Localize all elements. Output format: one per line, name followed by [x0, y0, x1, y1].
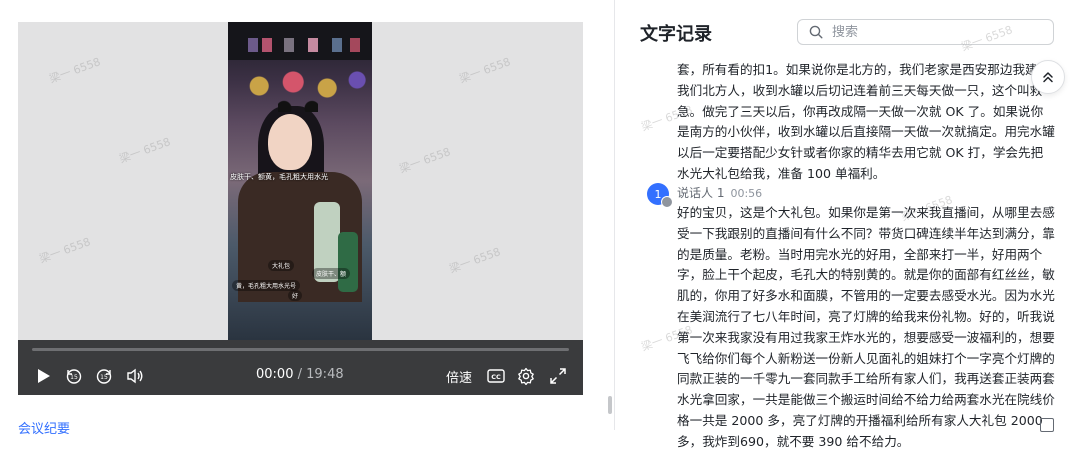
search-icon	[809, 25, 823, 39]
scroll-to-top-button[interactable]	[1031, 60, 1065, 94]
player-controls: 15 15 00:00 / 19:48 倍速 CC	[18, 340, 583, 395]
settings-gear-icon[interactable]	[516, 366, 536, 386]
watermark: 梁一 6558	[117, 135, 173, 166]
volume-icon[interactable]	[125, 366, 145, 386]
panel-title: 文字记录	[640, 24, 712, 45]
captions-icon[interactable]: CC	[486, 366, 506, 386]
pixelated-block	[284, 38, 294, 52]
play-icon[interactable]	[34, 366, 54, 386]
svg-text:15: 15	[100, 374, 108, 381]
time-separator: /	[297, 367, 302, 382]
video-caption: 皮肤干、额黄，毛孔粗大用水光	[230, 173, 328, 181]
time-display: 00:00 / 19:48	[256, 367, 344, 382]
fullscreen-icon[interactable]	[548, 366, 568, 386]
pixelated-block	[350, 38, 360, 52]
video-player[interactable]: 皮肤干、额黄，毛孔粗大用水光 大礼包 皮肤干、额 黄，毛孔粗大用水光号 好 梁一…	[18, 22, 583, 395]
speaker-header: 说话人 1 00:56	[677, 184, 762, 201]
left-scrollbar[interactable]	[608, 396, 612, 414]
progress-bar[interactable]	[32, 348, 569, 351]
speaker-name[interactable]: 说话人 1	[677, 186, 724, 200]
transcript-paragraph[interactable]: 套，所有看的扣1。如果说你是北方的，我们老家是西安那边我建议我们北方人，收到水罐…	[677, 60, 1055, 185]
video-caption: 皮肤干、额	[312, 268, 351, 279]
forward-15-icon[interactable]: 15	[94, 366, 114, 386]
video-caption: 大礼包	[268, 260, 295, 271]
svg-text:CC: CC	[491, 373, 501, 381]
watermark: 梁一 6558	[447, 245, 503, 276]
video-top-bar	[228, 22, 372, 60]
video-caption: 好	[288, 290, 303, 301]
search-box[interactable]	[797, 19, 1054, 45]
left-pane: 皮肤干、额黄，毛孔粗大用水光 大礼包 皮肤干、额 黄，毛孔粗大用水光号 好 梁一…	[0, 0, 614, 437]
watermark: 梁一 6558	[47, 55, 103, 86]
video-caption: 黄，毛孔粗大用水光号	[232, 280, 301, 291]
pane-divider[interactable]	[614, 0, 615, 430]
cat-ears	[278, 94, 318, 112]
chevron-double-up-icon	[1043, 72, 1053, 83]
video-frame[interactable]: 皮肤干、额黄，毛孔粗大用水光 大礼包 皮肤干、额 黄，毛孔粗大用水光号 好	[228, 22, 372, 340]
streamer-face	[268, 114, 312, 170]
transcript-paragraph[interactable]: 好的宝贝，这是个大礼包。如果你是第一次来我直播间，从哪里去感受一下我跟别的直播间…	[677, 203, 1055, 453]
svg-text:15: 15	[70, 374, 78, 381]
search-input[interactable]	[830, 23, 1034, 41]
pixelated-block	[262, 38, 272, 52]
rewind-15-icon[interactable]: 15	[64, 366, 84, 386]
meeting-minutes-link[interactable]: 会议纪要	[18, 418, 70, 437]
watermark: 梁一 6558	[37, 235, 93, 266]
pixelated-block	[248, 38, 258, 52]
watermark: 梁一 6558	[397, 145, 453, 176]
current-time: 00:00	[256, 367, 294, 382]
speaker-timestamp[interactable]: 00:56	[730, 187, 762, 200]
pixelated-block	[308, 38, 318, 52]
speaker-badge-icon	[661, 196, 673, 208]
pixelated-block	[332, 38, 342, 52]
watermark: 梁一 6558	[457, 55, 513, 86]
product-bottle	[338, 232, 358, 292]
speed-button[interactable]: 倍速	[446, 367, 472, 386]
duration: 19:48	[306, 367, 344, 382]
